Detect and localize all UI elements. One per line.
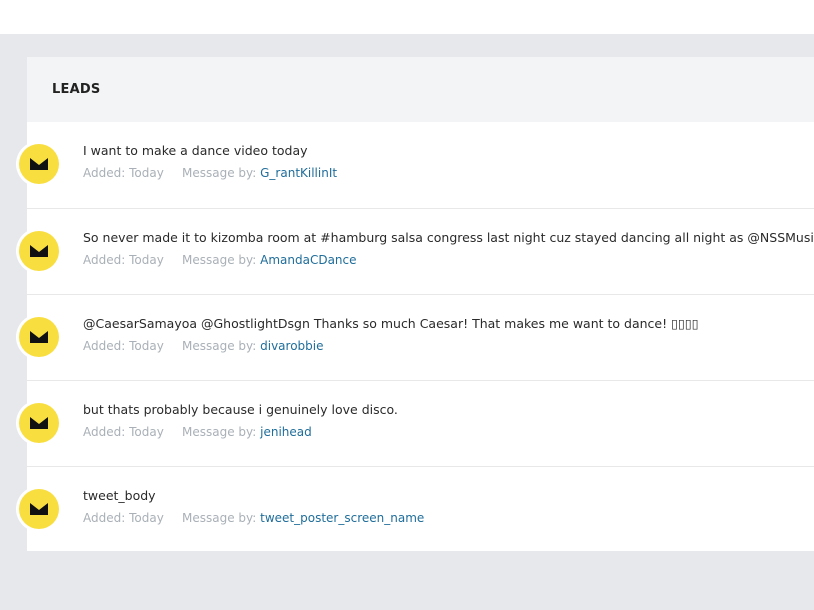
added-label: Added: Today	[83, 425, 164, 439]
lead-item[interactable]: @CaesarSamayoa @GhostlightDsgn Thanks so…	[19, 294, 814, 380]
panel-header: LEADS	[27, 57, 814, 122]
lead-body: tweet_body Added: Today Message by: tweet…	[83, 487, 814, 526]
message-by-label: Message by:	[182, 511, 257, 525]
lead-body: So never made it to kizomba room at #ham…	[83, 229, 814, 268]
crown-logo-icon	[30, 417, 48, 429]
top-bar	[0, 0, 814, 34]
message-by-label: Message by:	[182, 166, 257, 180]
lead-item[interactable]: but thats probably because i genuinely l…	[19, 380, 814, 466]
avatar	[19, 489, 59, 529]
added-label: Added: Today	[83, 166, 164, 180]
lead-meta: Added: Today Message by: AmandaCDance	[83, 252, 814, 268]
message-by-label: Message by:	[182, 425, 257, 439]
lead-meta: Added: Today Message by: tweet_poster_scr…	[83, 510, 814, 526]
lead-meta: Added: Today Message by: G_rantKillinIt	[83, 165, 814, 181]
author-link[interactable]: jenihead	[260, 425, 312, 439]
added-label: Added: Today	[83, 511, 164, 525]
crown-logo-icon	[30, 331, 48, 343]
lead-message: @CaesarSamayoa @GhostlightDsgn Thanks so…	[83, 316, 699, 331]
lead-body: but thats probably because i genuinely l…	[83, 401, 814, 440]
crown-logo-icon	[30, 245, 48, 257]
avatar	[19, 144, 59, 184]
avatar	[19, 317, 59, 357]
author-link[interactable]: tweet_poster_screen_name	[260, 511, 424, 525]
lead-item[interactable]: So never made it to kizomba room at #ham…	[19, 208, 814, 294]
avatar	[19, 231, 59, 271]
lead-item[interactable]: I want to make a dance video today Added…	[19, 122, 814, 208]
lead-body: @CaesarSamayoa @GhostlightDsgn Thanks so…	[83, 315, 814, 354]
author-link[interactable]: AmandaCDance	[260, 253, 356, 267]
lead-meta: Added: Today Message by: jenihead	[83, 424, 814, 440]
author-link[interactable]: divarobbie	[260, 339, 323, 353]
lead-body: I want to make a dance video today Added…	[83, 142, 814, 181]
crown-logo-icon	[30, 158, 48, 170]
message-by-label: Message by:	[182, 339, 257, 353]
lead-item[interactable]: tweet_body Added: Today Message by: tweet…	[19, 466, 814, 552]
lead-message: but thats probably because i genuinely l…	[83, 402, 398, 417]
panel-title: LEADS	[52, 82, 101, 97]
added-label: Added: Today	[83, 253, 164, 267]
lead-message: So never made it to kizomba room at #ham…	[83, 230, 814, 245]
author-link[interactable]: G_rantKillinIt	[260, 166, 337, 180]
avatar	[19, 403, 59, 443]
message-by-label: Message by:	[182, 253, 257, 267]
lead-list: I want to make a dance video today Added…	[19, 122, 814, 552]
lead-message: tweet_body	[83, 488, 156, 503]
lead-message: I want to make a dance video today	[83, 143, 308, 158]
crown-logo-icon	[30, 503, 48, 515]
leads-panel: LEADS I want to make a dance video today…	[19, 57, 814, 552]
added-label: Added: Today	[83, 339, 164, 353]
lead-meta: Added: Today Message by: divarobbie	[83, 338, 814, 354]
